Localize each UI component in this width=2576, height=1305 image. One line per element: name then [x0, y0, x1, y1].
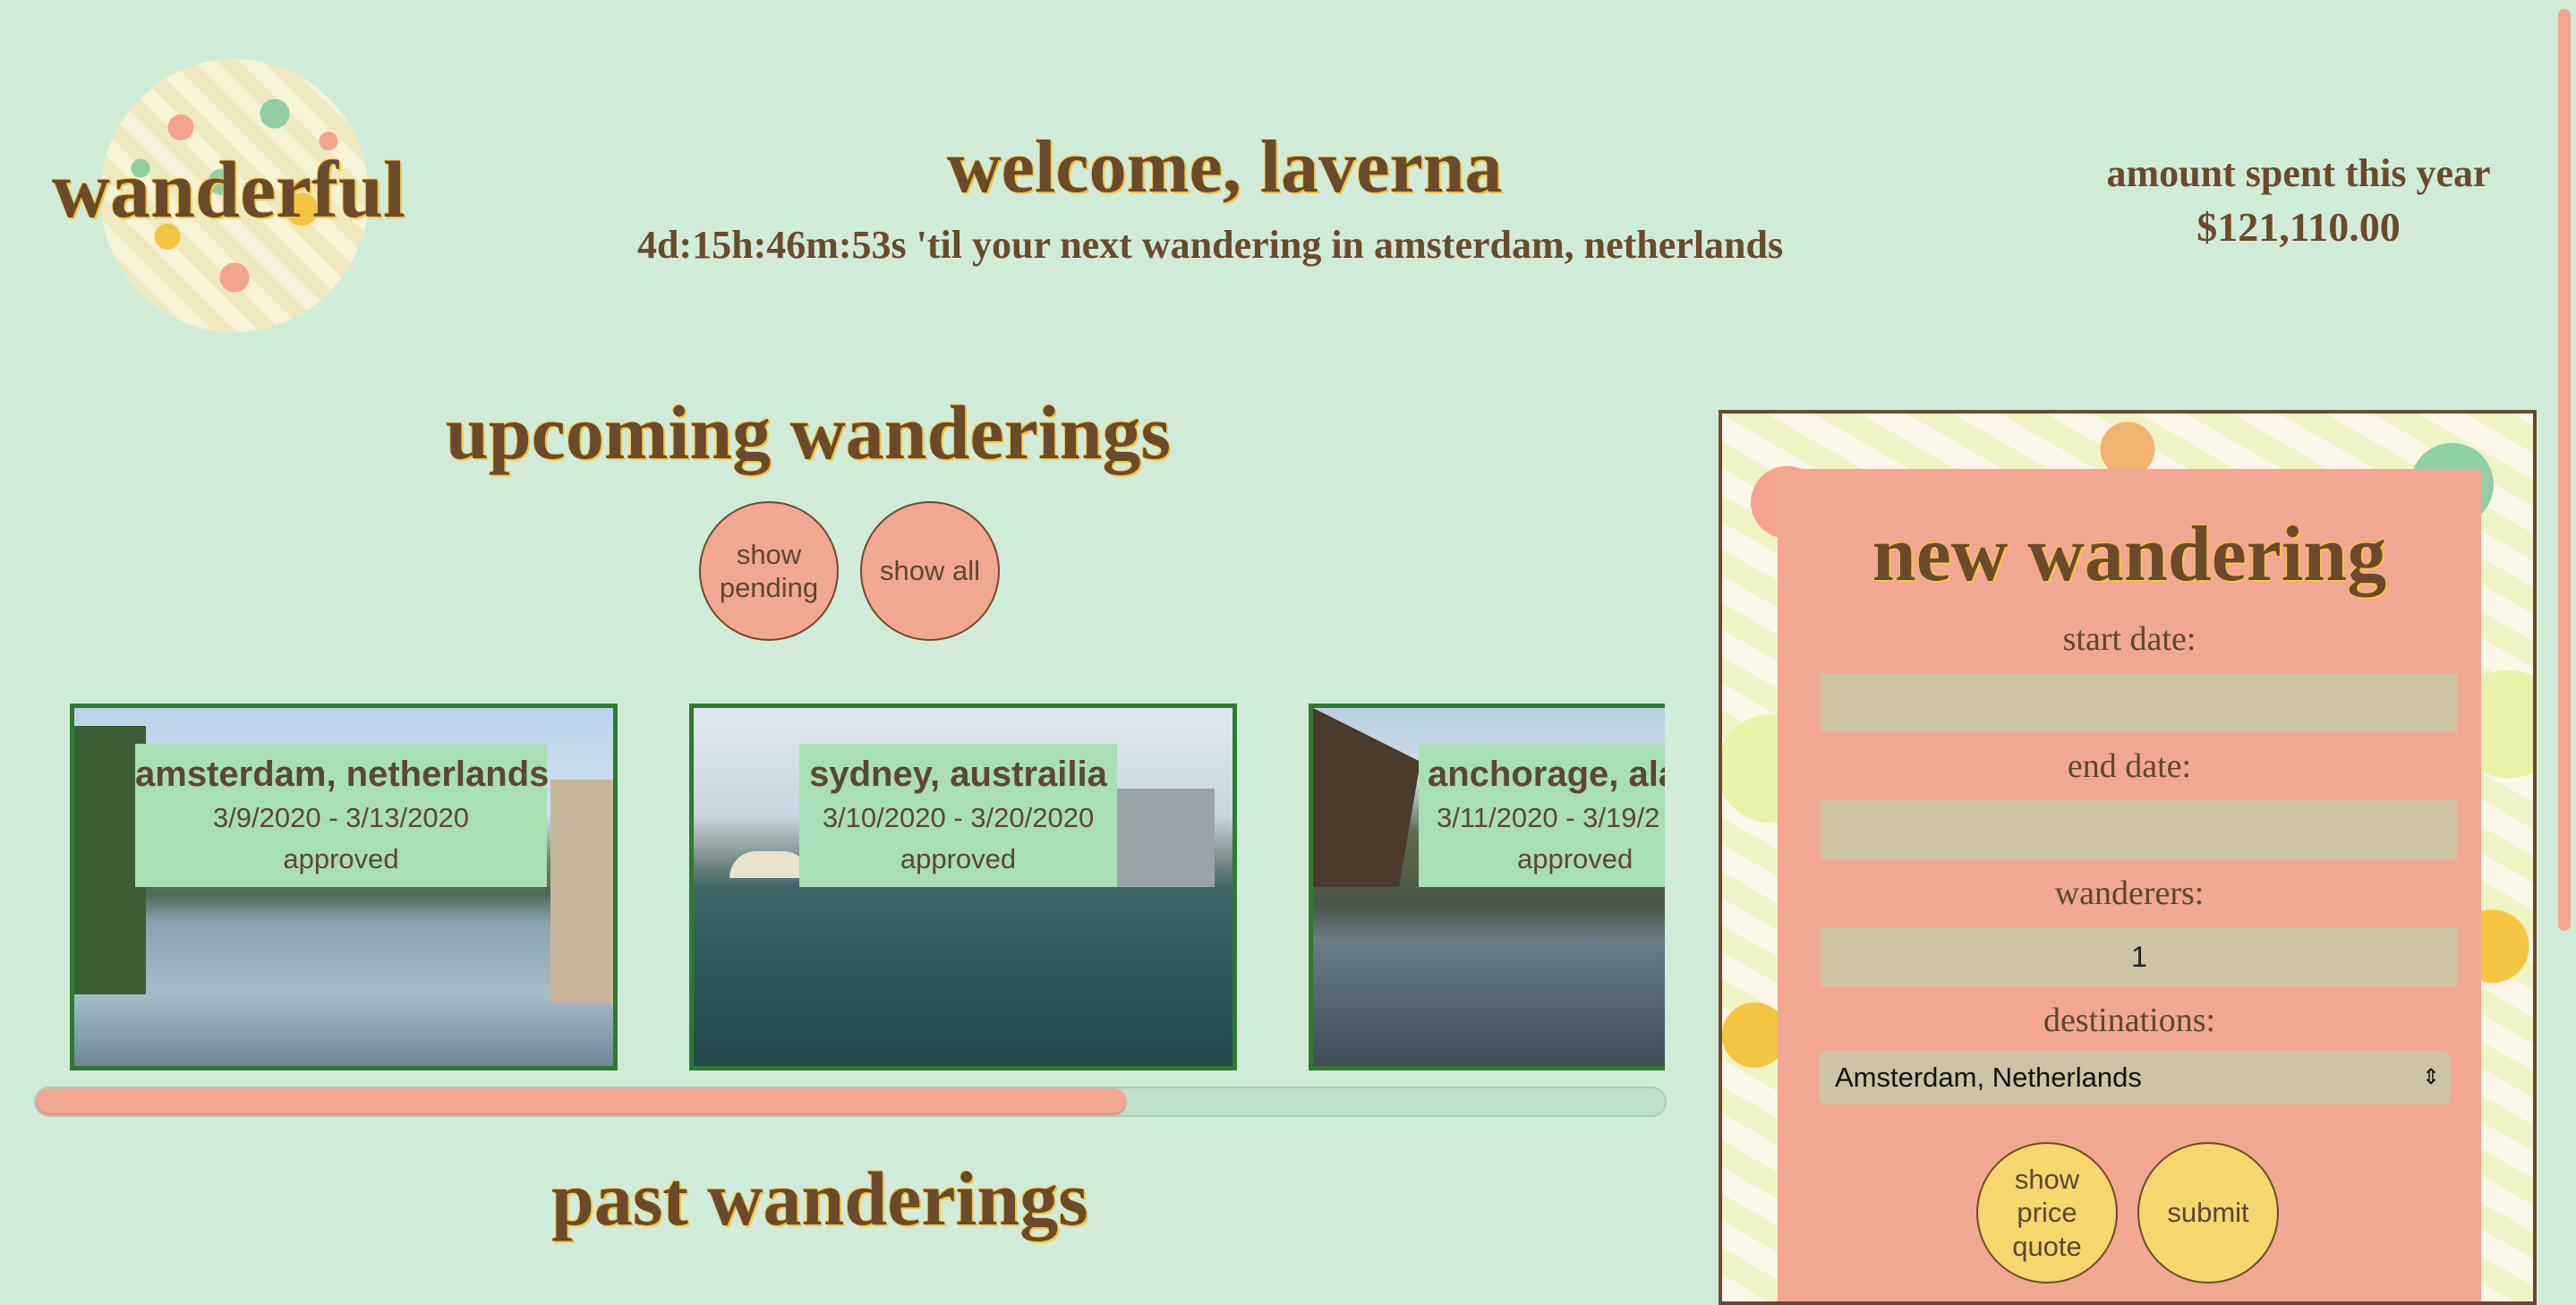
trip-card-amsterdam[interactable]: amsterdam, netherlands 3/9/2020 - 3/13/2…: [70, 704, 618, 1070]
wanderers-label: wanderers:: [2054, 874, 2205, 912]
show-all-button[interactable]: show all: [860, 501, 1000, 641]
end-date-label: end date:: [2067, 747, 2192, 785]
show-price-quote-button[interactable]: show price quote: [1976, 1142, 2118, 1284]
carousel-scroll-thumb[interactable]: [36, 1088, 1128, 1115]
wanderers-input[interactable]: 1: [1821, 927, 2458, 986]
welcome-heading: welcome, laverna: [947, 125, 1503, 209]
trip-info-box: anchorage, ala 3/11/2020 - 3/19/2 approv…: [1419, 744, 1665, 887]
trip-status: approved: [283, 843, 399, 874]
trip-destination: amsterdam, netherlands: [135, 755, 550, 794]
submit-button[interactable]: submit: [2137, 1142, 2279, 1284]
page-scroll-thumb[interactable]: [2558, 9, 2571, 931]
upcoming-trips-carousel[interactable]: amsterdam, netherlands 3/9/2020 - 3/13/2…: [36, 698, 1665, 1083]
trip-destination: anchorage, ala: [1428, 755, 1665, 794]
destination-select[interactable]: Amsterdam, Netherlands ⇕: [1819, 1051, 2451, 1105]
trip-dates: 3/10/2020 - 3/20/2020: [822, 802, 1095, 833]
select-updown-icon: ⇕: [2421, 1065, 2440, 1089]
new-wandering-form: new wandering start date: end date: wand…: [1778, 469, 2481, 1301]
carousel-scrollbar[interactable]: [34, 1087, 1667, 1117]
end-date-input[interactable]: [1821, 800, 2458, 859]
trip-dates: 3/11/2020 - 3/19/2: [1437, 802, 1660, 833]
trip-status: approved: [900, 843, 1017, 874]
trip-info-box: sydney, austrailia 3/10/2020 - 3/20/2020…: [799, 744, 1117, 887]
start-date-label: start date:: [2062, 620, 2196, 658]
page-scrollbar[interactable]: [2551, 0, 2576, 1278]
past-section-title: past wanderings: [551, 1156, 1088, 1241]
trip-destination: sydney, austrailia: [809, 755, 1107, 794]
start-date-input[interactable]: [1821, 673, 2458, 732]
amount-spent-label: amount spent this year: [2106, 151, 2491, 195]
next-trip-countdown: 4d:15h:46m:53s 'til your next wandering …: [637, 223, 1784, 267]
trip-dates: 3/9/2020 - 3/13/2020: [212, 802, 470, 833]
trip-card-anchorage[interactable]: anchorage, ala 3/11/2020 - 3/19/2 approv…: [1309, 704, 1665, 1070]
amount-spent-value: $121,110.00: [2196, 204, 2401, 250]
show-pending-button[interactable]: show pending: [699, 501, 839, 641]
new-wandering-panel: new wandering start date: end date: wand…: [1719, 410, 2537, 1305]
trip-status: approved: [1517, 843, 1633, 874]
amount-spent: amount spent this year $121,110.00: [2075, 150, 2522, 251]
logo-text[interactable]: wanderful: [52, 150, 405, 231]
new-wandering-title: new wandering: [1872, 511, 2387, 598]
destination-selected-value: Amsterdam, Netherlands: [1835, 1062, 2142, 1093]
trip-info-box: amsterdam, netherlands 3/9/2020 - 3/13/2…: [135, 744, 550, 887]
trip-card-sydney[interactable]: sydney, austrailia 3/10/2020 - 3/20/2020…: [689, 704, 1237, 1070]
destinations-label: destinations:: [2043, 1002, 2216, 1039]
upcoming-section-title: upcoming wanderings: [446, 389, 1171, 475]
